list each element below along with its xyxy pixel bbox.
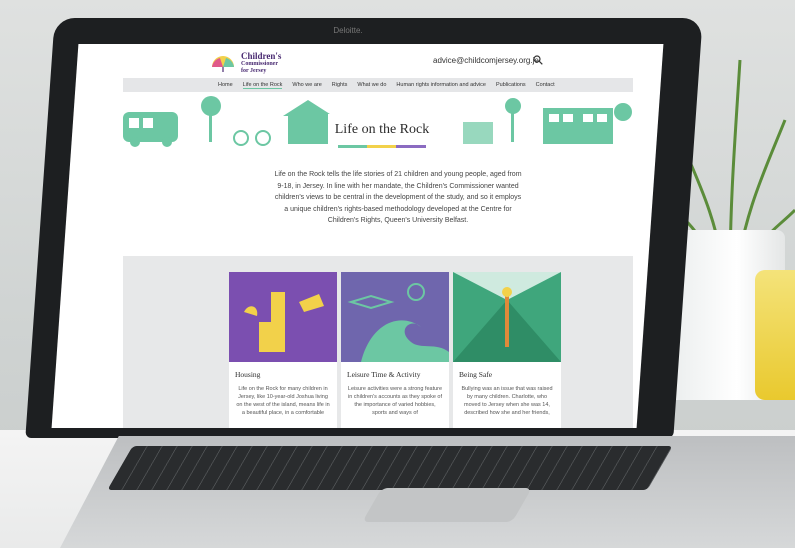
card-title-being-safe: Being Safe bbox=[459, 370, 493, 379]
search-icon[interactable] bbox=[533, 55, 543, 65]
card-title-housing: Housing bbox=[235, 370, 261, 379]
hero-title-box: Life on the Rock bbox=[328, 114, 436, 150]
card-text-leisure: Leisure activities were a strong feature… bbox=[347, 386, 443, 416]
umbrella-icon bbox=[212, 55, 234, 72]
nav-home[interactable]: Home bbox=[218, 82, 233, 88]
leisure-illustration bbox=[347, 283, 449, 362]
card-title-leisure: Leisure Time & Activity bbox=[347, 370, 421, 379]
nav-publications[interactable]: Publications bbox=[496, 82, 526, 88]
title-color-stripe bbox=[338, 145, 426, 148]
site-logo[interactable]: Children's Commissioner for Jersey bbox=[211, 51, 282, 75]
housing-illustration bbox=[244, 292, 324, 352]
being-safe-illustration bbox=[453, 272, 561, 362]
main-nav: Home Life on the Rock Who we are Rights … bbox=[123, 78, 633, 92]
card-text-being-safe: Bullying was an issue that was raised by… bbox=[461, 386, 553, 416]
card-housing[interactable]: Housing Life on the Rock for many childr… bbox=[229, 272, 337, 428]
hero-title: Life on the Rock bbox=[334, 122, 430, 137]
card-being-safe[interactable]: Being Safe Bullying was an issue that wa… bbox=[453, 272, 561, 428]
nav-who-we-are[interactable]: Who we are bbox=[292, 82, 321, 88]
logo-line2: Commissioner bbox=[241, 61, 278, 67]
card-text-housing: Life on the Rock for many children in Je… bbox=[236, 386, 330, 416]
nav-human-rights[interactable]: Human rights information and advice bbox=[396, 82, 486, 88]
nav-rights[interactable]: Rights bbox=[332, 82, 348, 88]
laptop-screen: Children's Commissioner for Jersey advic… bbox=[51, 44, 664, 428]
logo-line3: for Jersey bbox=[241, 68, 267, 74]
trackpad bbox=[362, 488, 532, 522]
email-link[interactable]: advice@childcomjersey.org.je bbox=[433, 56, 539, 65]
nav-life-on-the-rock[interactable]: Life on the Rock bbox=[242, 81, 283, 89]
intro-paragraph: Life on the Rock tells the life stories … bbox=[274, 171, 522, 224]
site-header: Children's Commissioner for Jersey advic… bbox=[83, 44, 643, 78]
leisure-image bbox=[341, 272, 449, 362]
keyboard bbox=[107, 446, 673, 490]
logo-line1: Children's bbox=[241, 51, 282, 61]
being-safe-image bbox=[453, 272, 561, 362]
yellow-cup bbox=[755, 270, 795, 400]
nav-contact[interactable]: Contact bbox=[536, 82, 555, 88]
nav-what-we-do[interactable]: What we do bbox=[357, 82, 386, 88]
housing-image bbox=[229, 272, 337, 362]
card-leisure[interactable]: Leisure Time & Activity Leisure activiti… bbox=[341, 272, 449, 428]
laptop-brand-label: Deloitte. bbox=[333, 26, 363, 35]
logo-text: Children's Commissioner for Jersey bbox=[241, 51, 282, 75]
